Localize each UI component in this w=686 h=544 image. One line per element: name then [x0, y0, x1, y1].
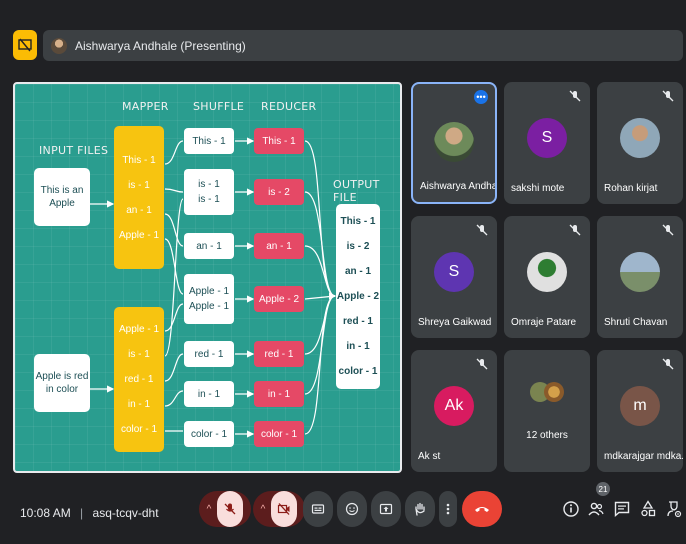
mapper-header: MAPPER [122, 100, 169, 113]
meeting-code: asq-tcqv-dht [92, 506, 159, 520]
mic-off-icon [569, 224, 581, 236]
others-count-label: 12 others [526, 430, 568, 441]
camera-off-icon [278, 503, 290, 515]
mapper-box-2: Apple - 1 is - 1 red - 1 in - 1 color - … [114, 307, 164, 452]
stop-presenting-button[interactable] [13, 30, 37, 60]
participant-tile[interactable]: ••• Aishwarya Andhale [411, 82, 497, 204]
raise-hand-button[interactable] [405, 491, 435, 527]
more-options-button[interactable] [439, 491, 457, 527]
hand-icon [415, 502, 425, 516]
chat-icon[interactable] [613, 500, 631, 518]
avatar [527, 252, 567, 292]
participant-name: Shruti Chavan [604, 317, 668, 328]
reducer-box: is - 2 [254, 179, 304, 205]
participant-name: Ak st [418, 451, 441, 462]
camera-toggle-button[interactable] [271, 491, 298, 527]
clock-time: 10:08 AM [20, 506, 71, 520]
reducer-box: This - 1 [254, 128, 304, 154]
reducer-box: an - 1 [254, 233, 304, 259]
participant-name: sakshi mote [511, 183, 565, 194]
emoji-icon [345, 502, 359, 516]
mic-toggle-button[interactable] [217, 491, 244, 527]
present-screen-icon [18, 38, 32, 52]
shuffle-header: SHUFFLE [193, 100, 245, 113]
reducer-header: REDUCER [261, 100, 317, 113]
leave-call-button[interactable] [462, 491, 502, 527]
shuffle-box: Apple - 1 Apple - 1 [184, 274, 234, 324]
participant-name: Shreya Gaikwad [418, 317, 492, 328]
mapper-box-1: This - 1 is - 1 an - 1 Apple - 1 [114, 126, 164, 269]
shuffle-box: color - 1 [184, 421, 234, 447]
mic-off-icon [224, 503, 236, 515]
shared-screen: MAPPER SHUFFLE REDUCER INPUT FILES OUTPU… [13, 82, 402, 473]
participant-name: mdkarajgar mdka... [604, 451, 683, 462]
mic-off-icon [662, 90, 674, 102]
output-file-header: OUTPUT FILE [333, 178, 380, 204]
more-options-icon[interactable]: ••• [474, 90, 488, 104]
input-files-header: INPUT FILES [39, 144, 109, 157]
more-vert-icon [446, 503, 450, 515]
participant-tile[interactable]: m mdkarajgar mdka... [597, 350, 683, 472]
mic-off-icon [569, 90, 581, 102]
shuffle-box: is - 1 is - 1 [184, 169, 234, 215]
avatar: m [620, 386, 660, 426]
separator: | [80, 506, 84, 520]
avatar: S [434, 252, 474, 292]
participant-name: Aishwarya Andhale [420, 181, 497, 192]
captions-icon [311, 504, 325, 514]
mic-off-icon [662, 358, 674, 370]
meeting-info: 10:08 AM | asq-tcqv-dht [20, 506, 159, 520]
reducer-box: in - 1 [254, 381, 304, 407]
avatar [620, 252, 660, 292]
hang-up-icon [475, 507, 489, 512]
participant-tile[interactable]: Ak Ak st [411, 350, 497, 472]
mic-control-group: ^ [199, 491, 251, 527]
avatar: Ak [434, 386, 474, 426]
present-now-button[interactable] [371, 491, 401, 527]
input-file-2: Apple is red in color [34, 354, 90, 412]
mic-off-icon [476, 224, 488, 236]
meeting-details-icon[interactable] [562, 500, 580, 518]
camera-control-group: ^ [253, 491, 305, 527]
participant-name: Rohan kirjat [604, 183, 658, 194]
captions-button[interactable] [303, 491, 333, 527]
output-file-box: This - 1 is - 2 an - 1 Apple - 2 red - 1… [336, 204, 380, 389]
people-icon[interactable] [587, 500, 605, 518]
avatar [544, 382, 564, 402]
camera-options-chevron-icon[interactable]: ^ [261, 504, 266, 515]
input-file-1: This is an Apple [34, 168, 90, 226]
present-icon [379, 503, 393, 515]
avatar [620, 118, 660, 158]
avatar [434, 122, 474, 162]
participant-tile[interactable]: S Shreya Gaikwad [411, 216, 497, 338]
presenter-avatar [51, 37, 67, 54]
mic-off-icon [476, 358, 488, 370]
participant-count-badge: 21 [596, 482, 610, 496]
participant-tile-group[interactable]: 12 others [504, 350, 590, 472]
reducer-box: Apple - 2 [254, 286, 304, 312]
activities-icon[interactable] [639, 500, 657, 518]
participant-name: Omraje Patare [511, 317, 577, 328]
reducer-box: color - 1 [254, 421, 304, 447]
reactions-button[interactable] [337, 491, 367, 527]
mic-options-chevron-icon[interactable]: ^ [207, 504, 212, 515]
shuffle-box: red - 1 [184, 341, 234, 367]
reducer-box: red - 1 [254, 341, 304, 367]
participant-tile[interactable]: S sakshi mote [504, 82, 590, 204]
shuffle-box: an - 1 [184, 233, 234, 259]
avatar: S [527, 118, 567, 158]
presenter-label: Aishwarya Andhale (Presenting) [75, 38, 246, 53]
participant-tile[interactable]: Shruti Chavan [597, 216, 683, 338]
presenter-bar: Aishwarya Andhale (Presenting) [43, 30, 683, 61]
participant-tile[interactable]: Omraje Patare [504, 216, 590, 338]
shuffle-box: in - 1 [184, 381, 234, 407]
participant-tile[interactable]: Rohan kirjat [597, 82, 683, 204]
shuffle-box: This - 1 [184, 128, 234, 154]
host-controls-icon[interactable] [665, 500, 683, 518]
mic-off-icon [662, 224, 674, 236]
